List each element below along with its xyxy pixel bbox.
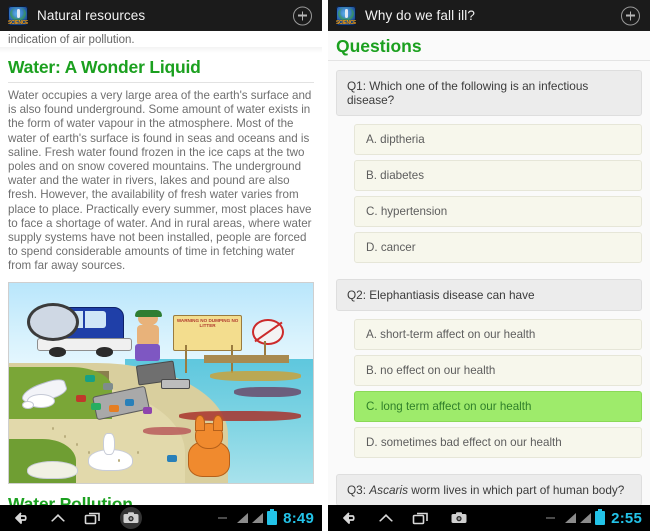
- camera-icon[interactable]: [119, 506, 143, 530]
- question-suffix: worm lives in which part of human body?: [407, 483, 625, 497]
- question-text: Q1: Which one of the following is an inf…: [336, 70, 642, 116]
- question-text: Q2: Elephantiasis disease can have: [336, 279, 642, 311]
- question-prefix: Q3:: [347, 483, 370, 497]
- illustration-dock: [203, 354, 289, 363]
- page-title: Why do we fall ill?: [365, 8, 475, 23]
- answer-option[interactable]: D. cancer: [354, 232, 642, 263]
- no-dumping-sign: [252, 318, 284, 345]
- divider: [0, 47, 322, 53]
- questions-divider: [328, 60, 650, 61]
- right-content-scroll[interactable]: Questions Q1: Which one of the following…: [328, 31, 650, 505]
- science-globe-icon: SCIENCE: [336, 5, 356, 26]
- camera-icon[interactable]: [447, 506, 471, 530]
- question-block: Q1: Which one of the following is an inf…: [328, 70, 650, 270]
- signal-bars-icon-2: [252, 513, 264, 523]
- water-paragraph: Water occupies a very large area of the …: [8, 89, 312, 273]
- question-italic-term: Ascaris: [369, 483, 408, 497]
- back-arrow-icon[interactable]: [342, 511, 360, 525]
- answer-option[interactable]: A. diptheria: [354, 124, 642, 155]
- signal-bars-icon-2: [580, 513, 592, 523]
- circled-plus-icon[interactable]: [293, 6, 312, 25]
- left-action-bar: SCIENCE Natural resources: [0, 0, 322, 31]
- section-heading-pollution: Water Pollution: [8, 493, 133, 505]
- illustration-fallen-bird: [27, 453, 78, 479]
- answer-option[interactable]: A. short-term affect on our health: [354, 319, 642, 350]
- page-title: Natural resources: [37, 8, 146, 23]
- battery-icon: [595, 509, 606, 525]
- answer-option[interactable]: B. diabetes: [354, 160, 642, 191]
- cut-off-text: indication of air pollution.: [8, 34, 135, 46]
- left-system-navbar: 8:49: [0, 505, 322, 531]
- home-icon[interactable]: [49, 511, 67, 525]
- left-phone-screen: SCIENCE Natural resources indication of …: [0, 0, 322, 531]
- divider-dash: [218, 517, 228, 519]
- status-clock: 2:55: [611, 509, 642, 527]
- illustration-person: [134, 309, 164, 363]
- illustration-dog: [188, 415, 230, 477]
- question-block: Q3: Ascaris worm lives in which part of …: [328, 474, 650, 505]
- answer-option[interactable]: B. no effect on our health: [354, 355, 642, 386]
- recent-apps-icon[interactable]: [412, 511, 430, 525]
- circled-plus-icon[interactable]: [621, 6, 640, 25]
- divider-dash: [546, 517, 556, 519]
- dual-screenshot-container: SCIENCE Natural resources indication of …: [0, 0, 650, 531]
- right-phone-screen: SCIENCE Why do we fall ill? Questions Q1…: [328, 0, 650, 531]
- illustration-goose: [88, 433, 133, 471]
- answer-option[interactable]: D. sometimes bad effect on our health: [354, 427, 642, 458]
- section-heading-water: Water: A Wonder Liquid: [8, 57, 201, 77]
- water-pollution-cartoon: WARNING NO DUMPING NO LITTER: [8, 281, 314, 484]
- answer-option[interactable]: C. hypertension: [354, 196, 642, 227]
- question-block: Q2: Elephantiasis disease can have A. sh…: [328, 279, 650, 465]
- illustration-bird: [19, 376, 76, 410]
- back-arrow-icon[interactable]: [14, 511, 32, 525]
- right-action-bar: SCIENCE Why do we fall ill?: [328, 0, 650, 31]
- battery-icon: [267, 509, 278, 525]
- status-clock: 8:49: [283, 509, 314, 527]
- recent-apps-icon[interactable]: [84, 511, 102, 525]
- answer-option-selected[interactable]: C. long term affect on our health: [354, 391, 642, 422]
- signal-bars-icon: [565, 513, 577, 523]
- science-globe-icon: SCIENCE: [8, 5, 28, 26]
- app-icon-caption: SCIENCE: [336, 19, 356, 26]
- question-text: Q3: Ascaris worm lives in which part of …: [336, 474, 642, 505]
- left-content-scroll[interactable]: indication of air pollution. Water: A Wo…: [0, 31, 322, 505]
- signal-bars-icon: [237, 513, 249, 523]
- questions-heading: Questions: [336, 36, 422, 56]
- app-icon-caption: SCIENCE: [8, 19, 28, 26]
- heading-underline: [8, 82, 314, 83]
- illustration-dumped-tyre: [27, 302, 79, 341]
- home-icon[interactable]: [377, 511, 395, 525]
- right-system-navbar: 2:55: [328, 505, 650, 531]
